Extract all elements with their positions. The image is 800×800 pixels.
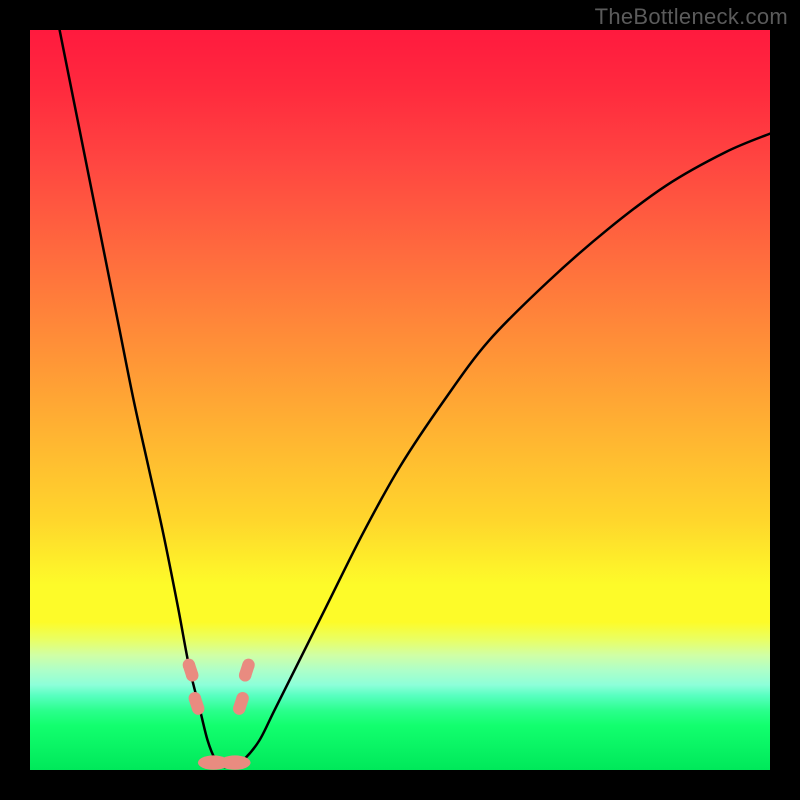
- marker-left-upper: [183, 659, 199, 682]
- plot-area: [30, 30, 770, 770]
- marker-bottom-right: [219, 755, 250, 769]
- marker-left-lower: [189, 692, 205, 715]
- watermark-text: TheBottleneck.com: [595, 4, 788, 30]
- marker-right-upper: [239, 659, 255, 682]
- marker-layer: [30, 30, 770, 770]
- chart-frame: TheBottleneck.com: [0, 0, 800, 800]
- marker-right-lower: [233, 692, 249, 715]
